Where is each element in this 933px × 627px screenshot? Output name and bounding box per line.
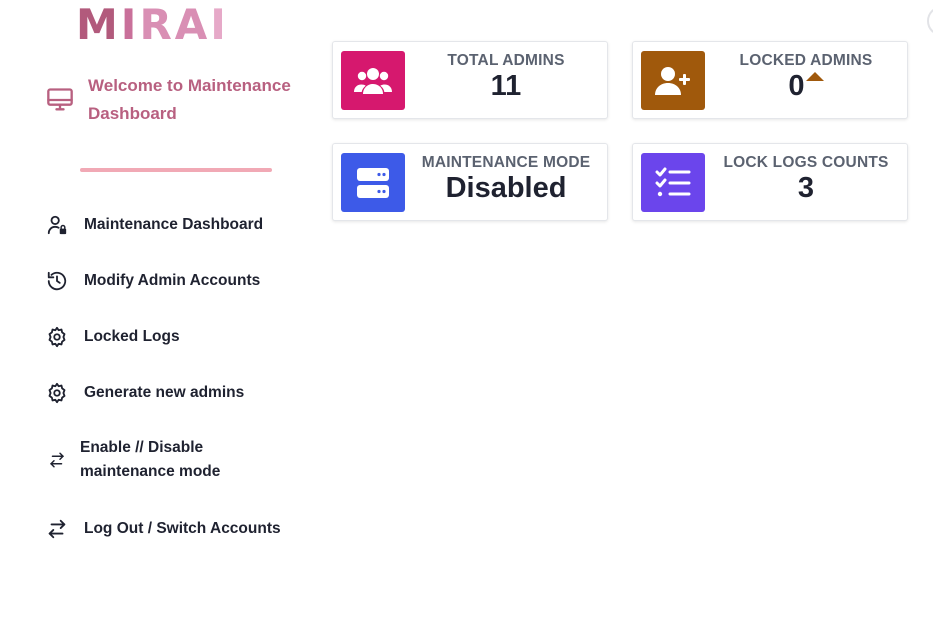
card-label: MAINTENANCE MODE — [421, 154, 591, 171]
user-lock-icon — [44, 212, 70, 238]
card-locked-admins[interactable]: LOCKED ADMINS 0 — [632, 41, 908, 119]
history-icon — [44, 268, 70, 294]
welcome-block: Welcome to Maintenance Dashboard — [46, 72, 306, 128]
gear-icon — [44, 380, 70, 406]
card-value: 3 — [797, 172, 815, 204]
sidebar-item-label: Log Out / Switch Accounts — [84, 520, 281, 537]
sidebar-item-label: Maintenance Dashboard — [84, 216, 264, 233]
list-check-icon — [655, 167, 691, 196]
sidebar-item-label: Enable // Disable maintenance mode — [80, 439, 221, 480]
card-icon-badge — [641, 153, 705, 212]
welcome-text: Welcome to Maintenance Dashboard — [88, 76, 291, 123]
swap-arrows-icon — [44, 516, 70, 542]
sidebar-item-label: Locked Logs — [84, 328, 180, 345]
brand-logo[interactable]: MIRAI — [76, 4, 229, 46]
sidebar-item-label: Generate new admins — [84, 384, 245, 401]
card-icon-badge — [341, 153, 405, 212]
card-value: 0 — [788, 70, 805, 102]
sidebar-item-maintenance-dashboard[interactable]: Maintenance Dashboard — [44, 212, 314, 238]
card-total-admins[interactable]: TOTAL ADMINS 11 — [332, 41, 608, 119]
dashboard-root: MIRAI Welcome to Maintenance Dashboard M… — [0, 0, 933, 627]
card-icon-badge — [341, 51, 405, 110]
card-value: Disabled — [445, 172, 567, 204]
sidebar-item-modify-admin-accounts[interactable]: Modify Admin Accounts — [44, 268, 314, 294]
caret-up-icon — [805, 72, 824, 81]
card-label: TOTAL ADMINS — [447, 52, 565, 69]
user-plus-icon — [655, 66, 690, 95]
card-value-wrap: 0 — [705, 72, 907, 101]
server-icon — [357, 167, 389, 198]
monitor-icon — [47, 88, 73, 111]
card-label: LOCKED ADMINS — [739, 52, 873, 69]
sidebar-item-logout-switch[interactable]: Log Out / Switch Accounts — [44, 516, 314, 542]
card-maintenance-mode[interactable]: MAINTENANCE MODE Disabled — [332, 143, 608, 221]
card-value: 11 — [490, 70, 522, 102]
swap-arrows-icon — [44, 447, 70, 473]
users-icon — [354, 67, 392, 94]
card-icon-badge — [641, 51, 705, 110]
card-label: LOCK LOGS COUNTS — [723, 154, 889, 171]
gear-icon — [44, 324, 70, 350]
sidebar-item-label: Modify Admin Accounts — [84, 272, 261, 289]
sidebar-item-maintenance-mode-toggle[interactable]: Enable // Disable maintenance mode — [44, 436, 314, 484]
sidebar-item-generate-new-admins[interactable]: Generate new admins — [44, 380, 314, 406]
profile-avatar[interactable] — [927, 6, 933, 36]
sidebar-divider — [80, 168, 272, 172]
sidebar-item-locked-logs[interactable]: Locked Logs — [44, 324, 314, 350]
card-lock-logs-counts[interactable]: LOCK LOGS COUNTS 3 — [632, 143, 908, 221]
